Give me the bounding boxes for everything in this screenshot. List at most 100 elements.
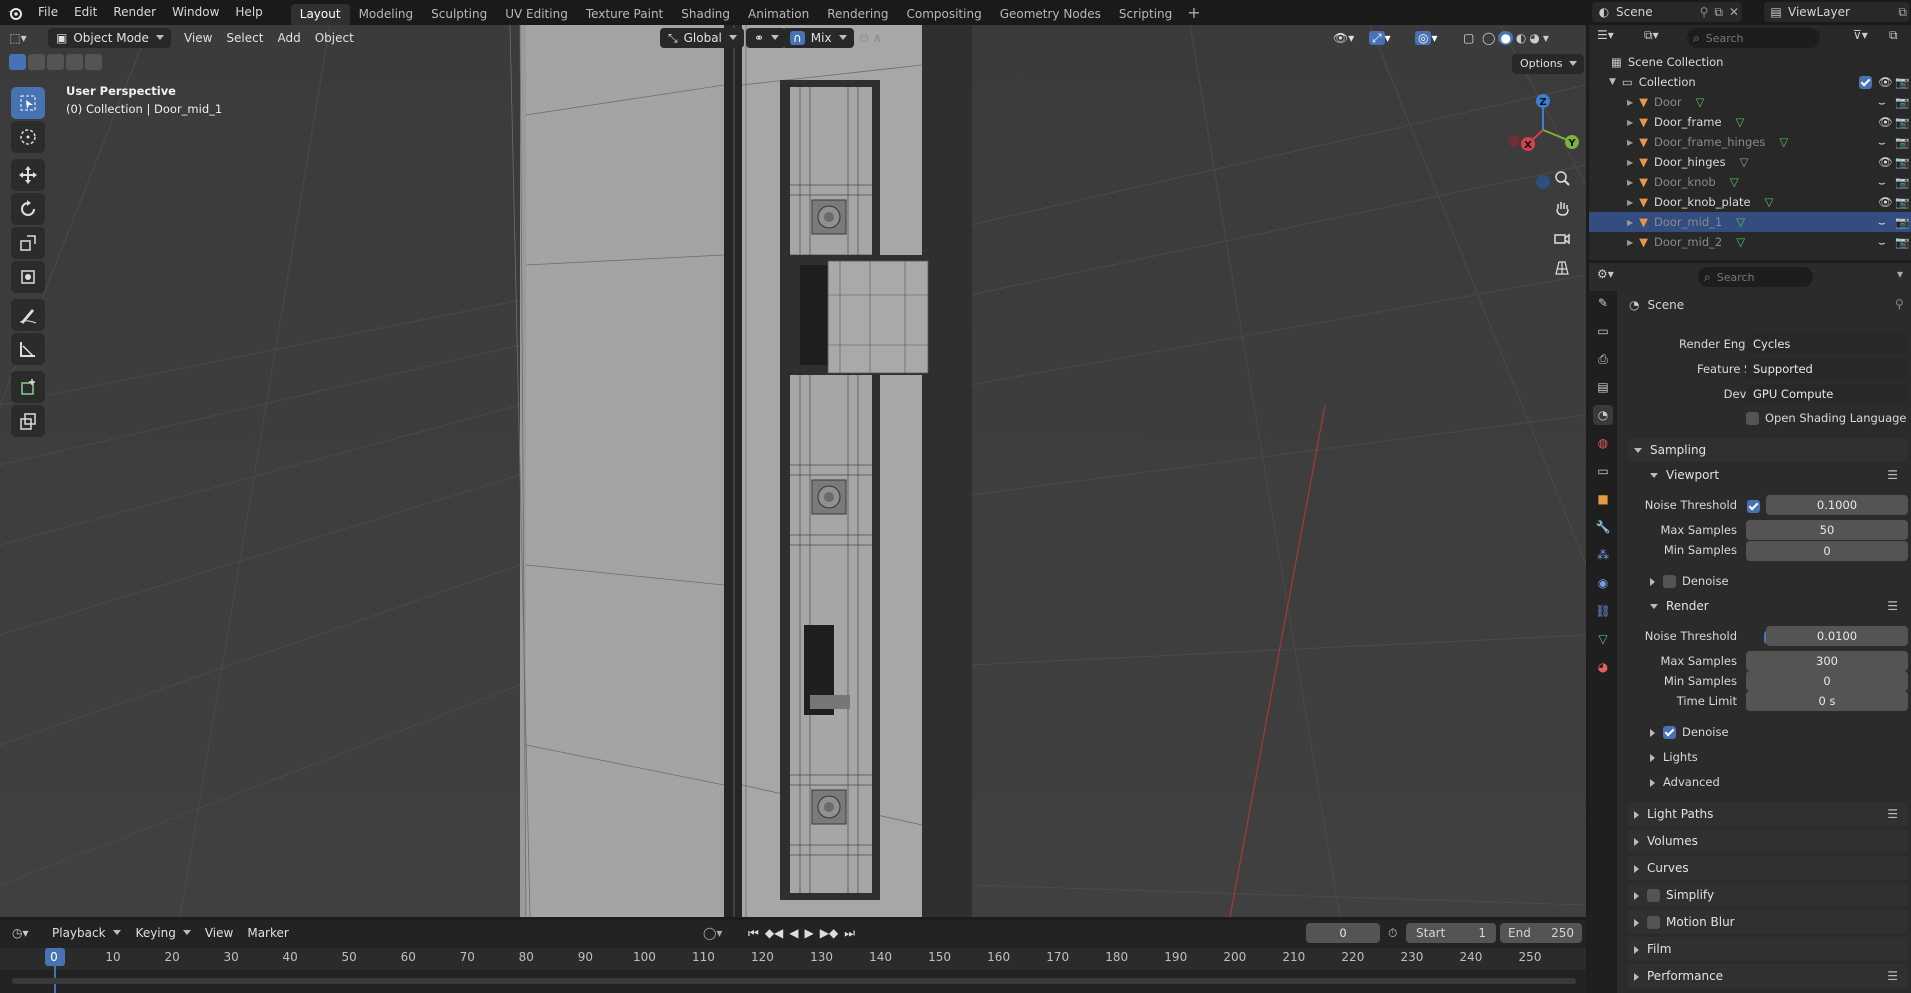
visibility-icon[interactable]: 👁 — [1878, 115, 1893, 129]
timeline-view-menu[interactable]: View — [198, 923, 240, 943]
play-reverse-icon[interactable]: ◀ — [789, 926, 798, 941]
outliner-item[interactable]: ▶ ▼ Door_knob ▽ ⌣ 📷 — [1589, 172, 1911, 192]
new-collection-icon[interactable]: ⧉ — [1889, 28, 1898, 43]
render-visibility-icon[interactable]: 📷 — [1895, 235, 1909, 249]
xray-toggle-icon[interactable]: ▢ — [1456, 28, 1481, 48]
scene-tab-icon[interactable]: ◔ — [1593, 405, 1613, 425]
pivot-selector[interactable]: ⚭ — [746, 28, 787, 48]
visibility-icon[interactable]: 👁 — [1878, 155, 1893, 169]
select-intersect-icon[interactable] — [85, 54, 102, 70]
select-subtract-icon[interactable] — [47, 54, 64, 70]
viewport-menu-object[interactable]: Object — [308, 28, 361, 48]
render-tab-icon[interactable]: ▭ — [1593, 321, 1613, 341]
prev-keyframe-icon[interactable]: ◆◀ — [765, 926, 783, 941]
constraints-tab-icon[interactable]: ⛓ — [1593, 601, 1613, 621]
menu-file[interactable]: File — [30, 0, 66, 25]
panel-motion-blur[interactable]: Motion Blur — [1628, 910, 1908, 934]
transform-tool[interactable] — [11, 261, 45, 293]
workspace-tab-texture-paint[interactable]: Texture Paint — [577, 4, 672, 25]
viewport-noise-threshold-field[interactable]: 0.1000 — [1766, 495, 1908, 515]
outliner-item[interactable]: ▶ ▼ Door_hinges ▽ 👁 📷 — [1589, 152, 1911, 172]
expand-chevron-icon[interactable]: ▶ — [1627, 218, 1633, 227]
visibility-icon[interactable]: 👁▾ — [1326, 28, 1361, 48]
add-workspace-icon[interactable]: + — [1181, 3, 1206, 22]
properties-options-icon[interactable]: ▾ — [1897, 267, 1903, 281]
render-denoise-checkbox[interactable] — [1663, 726, 1676, 739]
menu-window[interactable]: Window — [164, 0, 227, 25]
solid-shading-icon[interactable]: ● — [1498, 31, 1513, 45]
gizmo-toggle-icon[interactable]: ⤢ ▾ — [1362, 28, 1398, 48]
timeline-scrollbar[interactable] — [12, 978, 1576, 984]
render-presets-icon[interactable]: ☰ — [1887, 594, 1898, 618]
playback-menu[interactable]: Playback — [44, 923, 128, 943]
panel-curves[interactable]: Curves — [1628, 856, 1908, 880]
workspace-tab-layout[interactable]: Layout — [290, 4, 350, 25]
mesh-data-icon[interactable]: ▽ — [1736, 115, 1745, 129]
camera-view-icon[interactable] — [1548, 224, 1576, 252]
snap-selector[interactable]: ∩ Mix — [782, 28, 854, 48]
transform-orientation-selector[interactable]: ⤡ Global — [660, 28, 744, 48]
pin-icon[interactable]: ⚲ — [1697, 5, 1712, 19]
render-visibility-icon[interactable]: 📷 — [1895, 195, 1909, 209]
viewport-denoise-checkbox[interactable] — [1663, 575, 1676, 588]
render-engine-dropdown[interactable]: Cycles — [1746, 334, 1908, 354]
viewport-min-samples-field[interactable]: 0 — [1746, 541, 1908, 561]
advanced-subpanel[interactable]: Advanced — [1650, 775, 1720, 789]
mesh-data-icon[interactable]: ▽ — [1696, 95, 1705, 109]
render-visibility-icon[interactable]: 📷 — [1895, 95, 1909, 109]
select-extend-icon[interactable] — [28, 54, 45, 70]
end-frame-field[interactable]: End 250 — [1500, 923, 1582, 943]
workspace-tab-scripting[interactable]: Scripting — [1110, 4, 1181, 25]
jump-end-icon[interactable]: ⏭ — [844, 926, 855, 941]
editor-type-icon[interactable]: ⬚▾ — [0, 28, 36, 48]
osl-checkbox-row[interactable]: Open Shading Language — [1746, 411, 1907, 425]
proportional-edit-icon[interactable]: ⊙ ∧ — [852, 28, 889, 48]
physics-tab-icon[interactable]: ◉ — [1593, 573, 1613, 593]
render-noise-threshold-field[interactable]: 0.0100 — [1766, 626, 1908, 646]
menu-help[interactable]: Help — [227, 0, 270, 25]
viewport-presets-icon[interactable]: ☰ — [1887, 463, 1898, 487]
view-layer-selector[interactable]: ▤ ViewLayer ⧉ — [1764, 2, 1910, 22]
shading-options-icon[interactable]: ▾ — [1543, 31, 1549, 45]
panel-checkbox[interactable] — [1647, 889, 1660, 902]
device-dropdown[interactable]: GPU Compute — [1746, 384, 1908, 404]
properties-editor-icon[interactable]: ⚙▾ — [1597, 267, 1614, 281]
collection-expand-icon[interactable]: ▼ — [1609, 77, 1616, 87]
outliner-item[interactable]: ▶ ▼ Door_frame ▽ 👁 📷 — [1589, 112, 1911, 132]
extrude-tool[interactable] — [11, 405, 45, 437]
mesh-data-icon[interactable]: ▽ — [1779, 135, 1788, 149]
filter-icon[interactable]: ⊽▾ — [1853, 28, 1868, 42]
next-keyframe-icon[interactable]: ▶◆ — [820, 926, 838, 941]
add-cube-tool[interactable] — [11, 371, 45, 403]
visibility-icon[interactable]: 👁 — [1878, 195, 1893, 209]
marker-menu[interactable]: Marker — [240, 923, 295, 943]
move-tool[interactable] — [11, 159, 45, 191]
pin-context-icon[interactable]: ⚲ — [1895, 297, 1904, 311]
wireframe-shading-icon[interactable]: ◯ — [1482, 31, 1495, 45]
hidden-icon[interactable]: ⌣ — [1878, 235, 1886, 250]
panel-simplify[interactable]: Simplify — [1628, 883, 1908, 907]
play-icon[interactable]: ▶ — [805, 926, 814, 941]
options-button[interactable]: Options — [1512, 54, 1585, 74]
expand-chevron-icon[interactable]: ▶ — [1627, 198, 1633, 207]
render-subpanel-header[interactable]: Render ☰ — [1644, 594, 1908, 618]
scene-selector[interactable]: ◐ Scene ⚲ ⧉ ✕ — [1592, 2, 1742, 22]
current-frame-field[interactable]: 0 — [1306, 923, 1380, 943]
outliner-item[interactable]: ▶ ▼ Door_frame_hinges ▽ ⌣ 📷 — [1589, 132, 1911, 152]
world-tab-icon[interactable]: ◍ — [1593, 433, 1613, 453]
scene-collection-row[interactable]: ▦ Scene Collection — [1589, 52, 1911, 72]
workspace-tab-animation[interactable]: Animation — [739, 4, 818, 25]
viewport-max-samples-field[interactable]: 50 — [1746, 520, 1908, 540]
new-view-layer-icon[interactable]: ⧉ — [1895, 5, 1910, 20]
mesh-data-icon[interactable]: ▽ — [1740, 155, 1749, 169]
workspace-tab-rendering[interactable]: Rendering — [818, 4, 897, 25]
viewport-subpanel-header[interactable]: Viewport ☰ — [1644, 463, 1908, 487]
mesh-data-icon[interactable]: ▽ — [1736, 215, 1745, 229]
viewport-menu-select[interactable]: Select — [219, 28, 270, 48]
expand-chevron-icon[interactable]: ▶ — [1627, 178, 1633, 187]
hidden-icon[interactable]: ⌣ — [1878, 135, 1886, 150]
mesh-data-icon[interactable]: ▽ — [1765, 195, 1774, 209]
menu-render[interactable]: Render — [105, 0, 164, 25]
tool-tab-icon[interactable]: ✎ — [1593, 293, 1613, 313]
viewport-noise-threshold-checkbox[interactable] — [1747, 500, 1760, 513]
